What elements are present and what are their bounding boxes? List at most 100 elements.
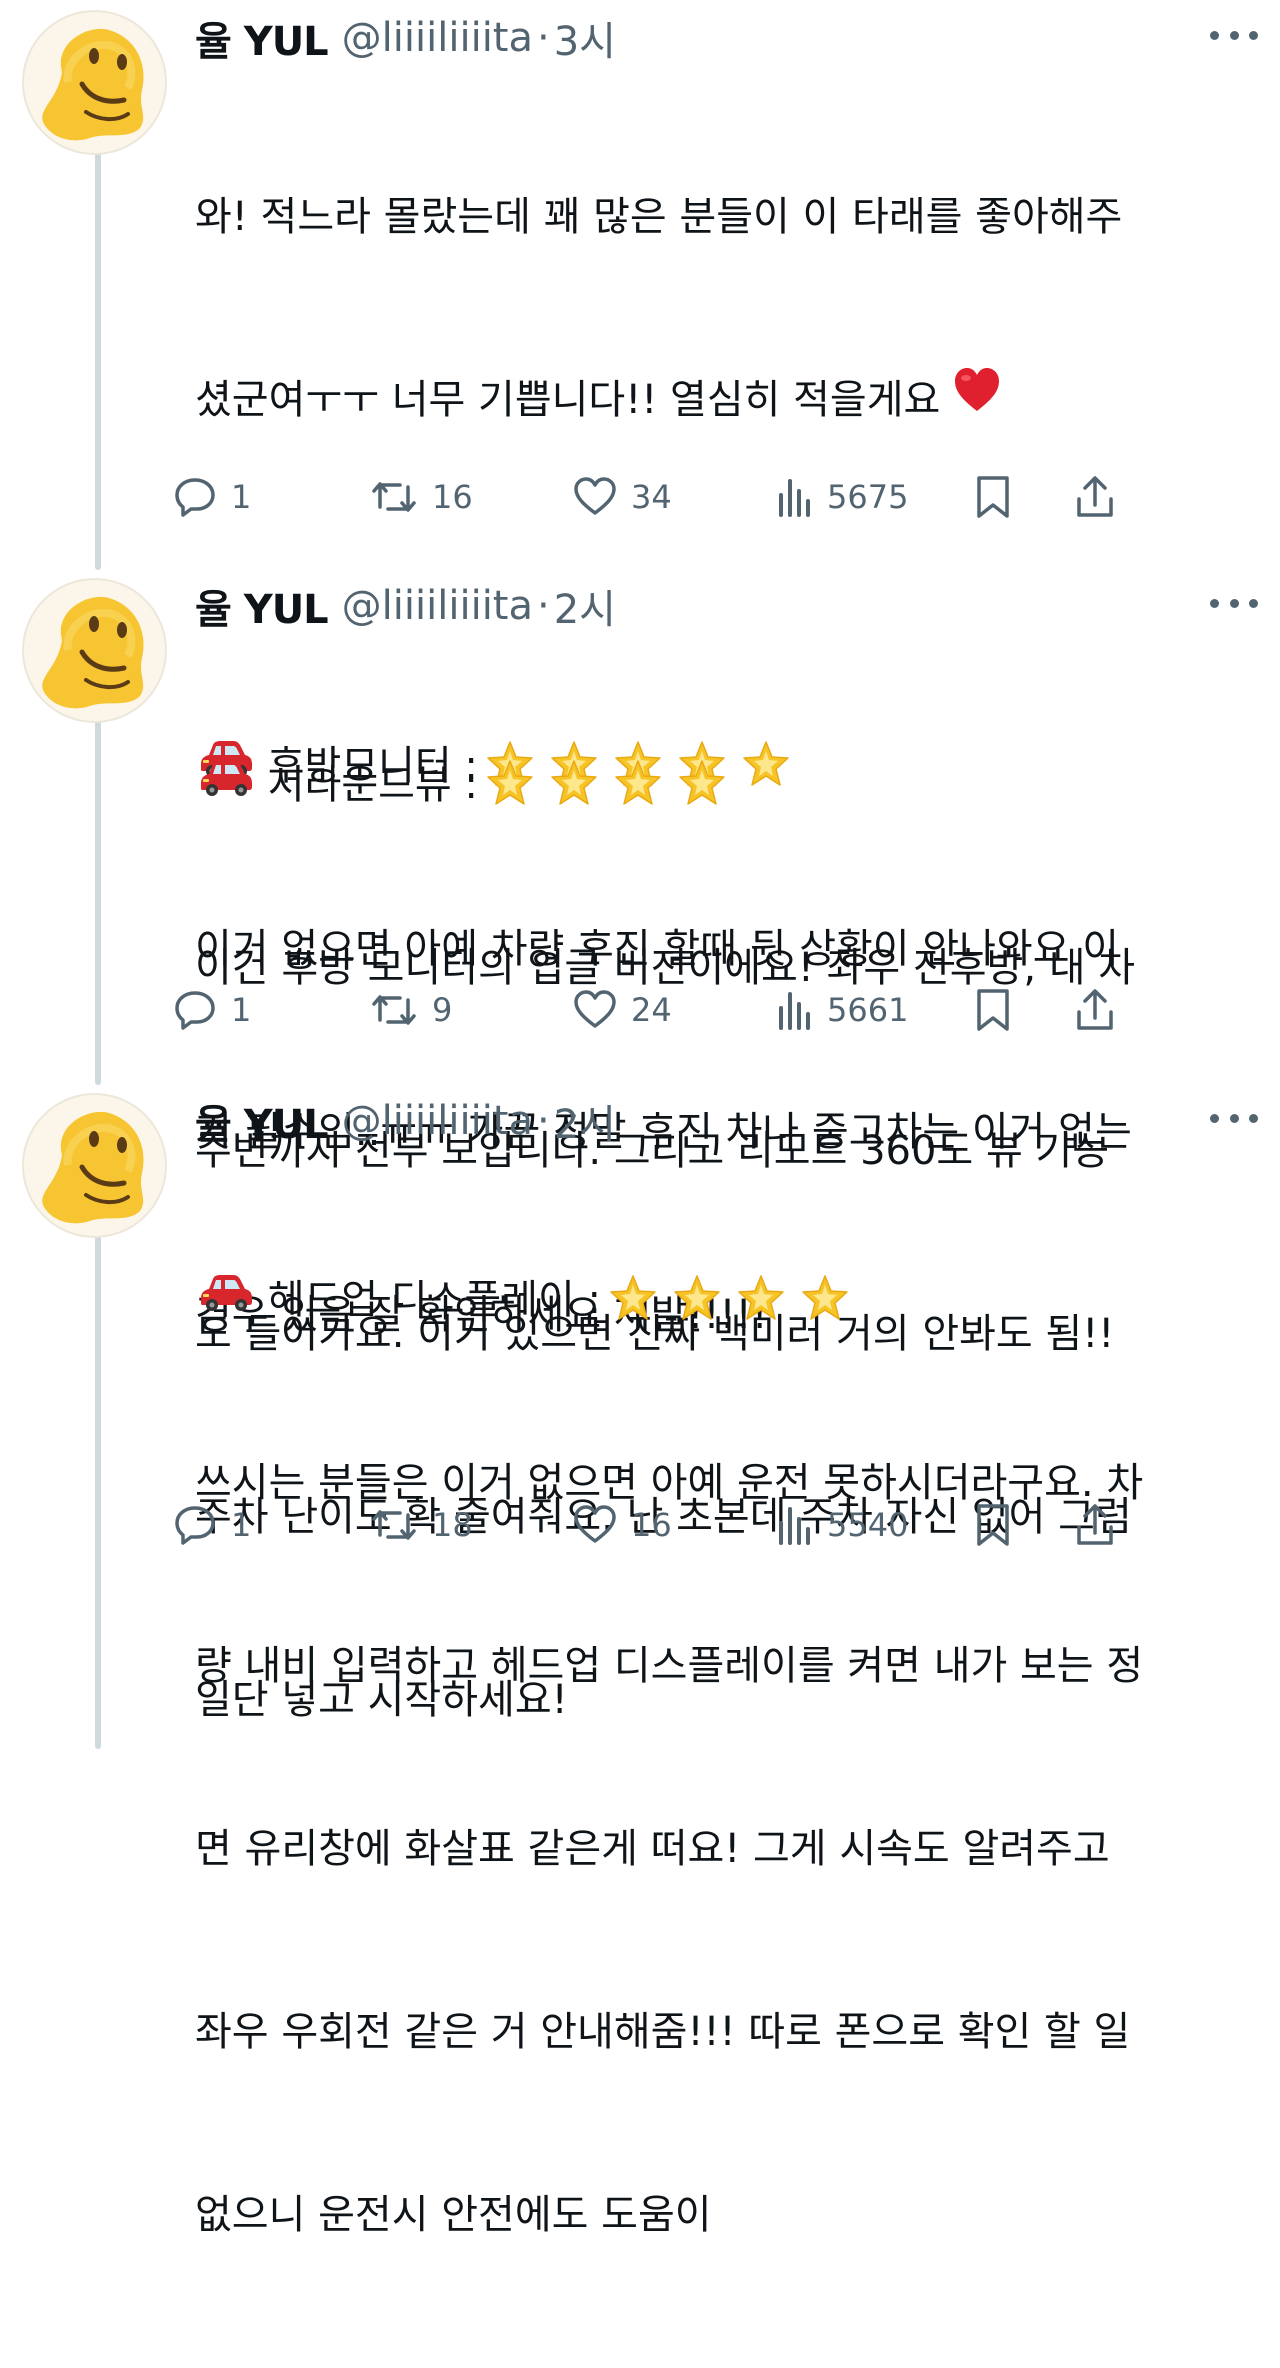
- tweet-actions: 1 18 16 5540: [175, 1495, 1255, 1555]
- user-handle[interactable]: @liiiiliiiita: [342, 583, 533, 629]
- text-line: 셨군여ㅜㅜ 너무 기쁩니다!! 열심히 적을게요: [195, 367, 1250, 431]
- reply-count: 1: [231, 478, 252, 516]
- repost-button[interactable]: 16: [370, 467, 473, 527]
- view-count: 5675: [827, 478, 909, 516]
- more-icon[interactable]: [1210, 588, 1258, 618]
- view-count: 5661: [827, 991, 909, 1029]
- tweet-header: 율 YUL @liiiiliiiita · 2시: [195, 1093, 616, 1149]
- star-icon: [615, 760, 661, 805]
- tweet-header: 율 YUL @liiiiliiiita · 2시: [195, 578, 616, 634]
- text-line-content: 셨군여ㅜㅜ 너무 기쁩니다!! 열심히 적을게요: [195, 377, 941, 423]
- reply-button[interactable]: 1: [173, 467, 251, 527]
- tweet[interactable]: 율 YUL @liiiiliiiita · 3시 와! 적느라 몰랐는데 꽤 많…: [0, 9, 1280, 1338]
- reply-icon: [175, 991, 215, 1030]
- tweet-actions: 1 16 34 5675: [175, 467, 1255, 527]
- view-count: 5540: [827, 1506, 909, 1544]
- text-line: 헤드업 디스플레이 :: [195, 1270, 1250, 1331]
- like-button[interactable]: 24: [573, 980, 672, 1040]
- timestamp[interactable]: 3시: [554, 9, 616, 67]
- star-icon: [679, 760, 725, 805]
- like-icon: [574, 477, 616, 515]
- more-icon[interactable]: [1210, 20, 1258, 50]
- repost-icon: [372, 995, 416, 1025]
- user-handle[interactable]: @liiiiliiiita: [342, 15, 533, 61]
- repost-icon: [372, 482, 416, 512]
- melting-face-icon: [42, 596, 144, 709]
- reply-button[interactable]: 1: [173, 1495, 251, 1555]
- like-icon: [574, 990, 616, 1028]
- tweet[interactable]: 율 YUL @liiiiliiiita · 2시 헤드업 디스플레이 : 쓰시는…: [0, 1093, 1280, 2238]
- avatar[interactable]: [22, 10, 167, 155]
- text-line: 면 유리창에 화살표 같은게 떠요! 그게 시속도 알려주고: [195, 1826, 1110, 1872]
- share-button[interactable]: [1075, 1495, 1115, 1555]
- user-handle[interactable]: @liiiiliiiita: [342, 1098, 533, 1144]
- repost-button[interactable]: 18: [370, 1495, 473, 1555]
- star-rating: [484, 758, 728, 810]
- text-line: 좌우 우회전 같은 거 안내해줌!!! 따로 폰으로 확인 할 일: [195, 2009, 1131, 2055]
- star-icon: [674, 1275, 720, 1320]
- item-title: 서라운드뷰 :: [267, 762, 478, 808]
- melting-face-icon: [42, 1111, 144, 1224]
- views-button[interactable]: 5675: [777, 467, 908, 527]
- melting-face-icon: [42, 28, 144, 141]
- bookmark-button[interactable]: [975, 980, 1011, 1040]
- like-count: 24: [631, 991, 672, 1029]
- car-icon: [195, 1269, 255, 1330]
- text-line: 서라운드뷰 :: [195, 755, 1250, 816]
- share-button[interactable]: [1075, 467, 1115, 527]
- like-icon: [574, 1505, 616, 1543]
- text-line: 와! 적느라 몰랐는데 꽤 많은 분들이 이 타래를 좋아해주: [195, 194, 1123, 240]
- star-icon: [487, 760, 533, 805]
- item-title: 헤드업 디스플레이 :: [267, 1277, 602, 1323]
- avatar[interactable]: [22, 578, 167, 723]
- separator-dot: ·: [537, 15, 550, 61]
- like-button[interactable]: 16: [573, 1495, 672, 1555]
- repost-count: 16: [432, 478, 473, 516]
- repost-count: 9: [432, 991, 453, 1029]
- views-icon: [779, 479, 810, 517]
- timestamp[interactable]: 2시: [554, 1092, 616, 1150]
- separator-dot: ·: [537, 583, 550, 629]
- display-name[interactable]: 율 YUL: [195, 577, 329, 635]
- star-icon: [551, 760, 597, 805]
- display-name[interactable]: 율 YUL: [195, 1092, 329, 1150]
- reply-count: 1: [231, 1506, 252, 1544]
- bookmark-icon: [977, 1504, 1009, 1546]
- reply-button[interactable]: 1: [173, 980, 251, 1040]
- share-icon: [1077, 989, 1113, 1030]
- display-name[interactable]: 율 YUL: [195, 9, 329, 67]
- tweet-text: 헤드업 디스플레이 : 쓰시는 분들은 이거 없으면 아예 운전 못하시더라구요…: [195, 1148, 1250, 2368]
- repost-count: 18: [432, 1506, 473, 1544]
- views-icon: [779, 992, 810, 1030]
- star-rating: [607, 1273, 851, 1325]
- repost-icon: [372, 1510, 416, 1540]
- reply-count: 1: [231, 991, 252, 1029]
- tweet-actions: 1 9 24 5661: [175, 980, 1255, 1040]
- star-icon: [738, 1275, 784, 1320]
- views-icon: [779, 1507, 810, 1545]
- views-button[interactable]: 5540: [777, 1495, 908, 1555]
- like-button[interactable]: 34: [573, 467, 672, 527]
- star-icon: [610, 1275, 656, 1320]
- text-line: 량 내비 입력하고 헤드업 디스플레이를 켜면 내가 보는 정: [195, 1643, 1144, 1689]
- heart-icon: [953, 367, 1001, 431]
- car-icon: [195, 754, 255, 815]
- tweet[interactable]: 율 YUL @liiiiliiiita · 2시 서라운드뷰 : 이건 후방 모…: [0, 578, 1280, 1723]
- like-count: 34: [631, 478, 672, 516]
- separator-dot: ·: [537, 1098, 550, 1144]
- repost-button[interactable]: 9: [370, 980, 452, 1040]
- bookmark-icon: [977, 476, 1009, 518]
- share-button[interactable]: [1075, 980, 1115, 1040]
- share-icon: [1077, 1504, 1113, 1545]
- avatar[interactable]: [22, 1093, 167, 1238]
- reply-icon: [175, 1506, 215, 1545]
- bookmark-button[interactable]: [975, 467, 1011, 527]
- more-icon[interactable]: [1210, 1103, 1258, 1133]
- reply-icon: [175, 478, 215, 517]
- views-button[interactable]: 5661: [777, 980, 908, 1040]
- bookmark-button[interactable]: [975, 1495, 1011, 1555]
- timestamp[interactable]: 2시: [554, 577, 616, 635]
- share-icon: [1077, 476, 1113, 517]
- bookmark-icon: [977, 989, 1009, 1031]
- text-line: 없으니 운전시 안전에도 도움이: [195, 2192, 712, 2238]
